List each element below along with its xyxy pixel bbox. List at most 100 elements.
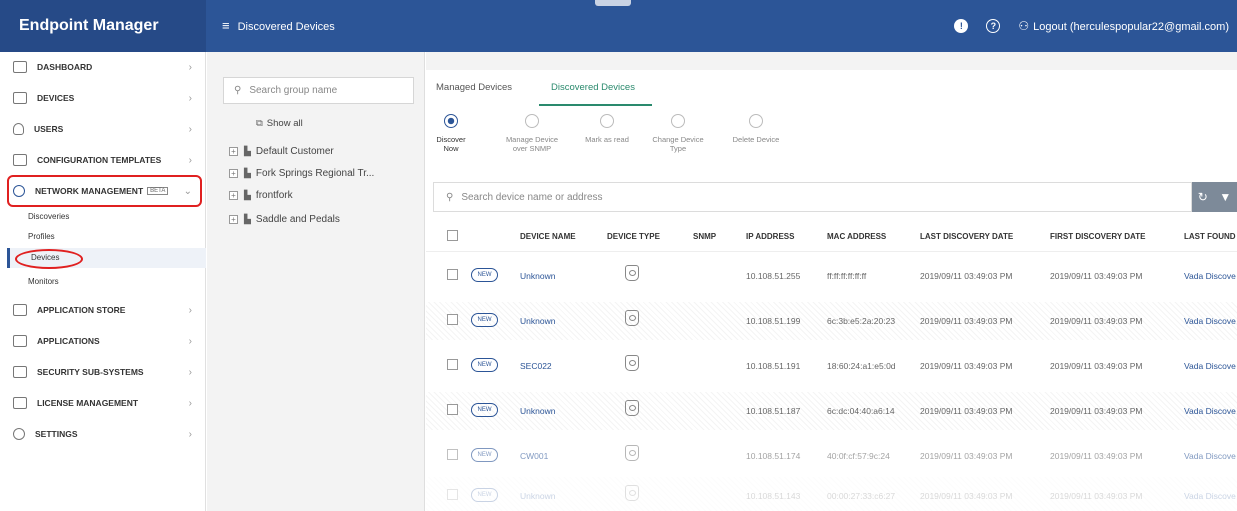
group-item[interactable]: + ▙ frontfork	[229, 190, 293, 201]
device-type-icon	[625, 310, 639, 326]
device-name[interactable]: Unknown	[520, 271, 555, 281]
discover-icon	[444, 114, 458, 128]
column-last-found[interactable]: LAST FOUND	[1184, 232, 1236, 241]
row-checkbox[interactable]	[447, 404, 458, 415]
discover-now-button[interactable]: Discover Now	[436, 114, 466, 153]
group-item[interactable]: + ▙ Default Customer	[229, 146, 334, 157]
column-device-type[interactable]: DEVICE TYPE	[607, 232, 660, 241]
last-discovery-date: 2019/09/11 03:49:03 PM	[920, 316, 1013, 326]
device-name[interactable]: Unknown	[520, 491, 555, 501]
device-name[interactable]: CW001	[520, 451, 548, 461]
settings-icon	[13, 428, 25, 440]
expand-icon[interactable]: +	[229, 215, 238, 224]
filter-icon[interactable]: ▼	[1219, 190, 1231, 204]
column-snmp[interactable]: SNMP	[693, 232, 716, 241]
column-last-discovery-date[interactable]: LAST DISCOVERY DATE	[920, 232, 1013, 241]
ip-address: 10.108.51.143	[746, 491, 801, 501]
device-name[interactable]: Unknown	[520, 406, 555, 416]
sidebar-item-settings[interactable]: SETTINGS ›	[0, 419, 206, 449]
sidebar-item-users[interactable]: USERS ›	[0, 114, 206, 144]
table-row[interactable]: NEW SEC022 10.108.51.191 18:60:24:a1:e5:…	[426, 347, 1237, 385]
row-checkbox[interactable]	[447, 314, 458, 325]
active-tab-indicator	[539, 104, 652, 106]
sidebar-item-configuration-templates[interactable]: CONFIGURATION TEMPLATES ›	[0, 145, 206, 175]
column-mac-address[interactable]: MAC ADDRESS	[827, 232, 886, 241]
change-device-type-button[interactable]: Change Device Type	[651, 114, 705, 153]
delete-device-button[interactable]: Delete Device	[730, 114, 782, 144]
building-icon: ▙	[244, 190, 251, 200]
mac-address: 6c:dc:04:40:a6:14	[827, 406, 895, 416]
sidebar-item-application-store[interactable]: APPLICATION STORE ›	[0, 295, 206, 325]
chevron-right-icon: ›	[188, 366, 192, 378]
notification-icon[interactable]: !	[954, 19, 969, 33]
sidebar-item-applications[interactable]: APPLICATIONS ›	[0, 326, 206, 356]
sidebar: DASHBOARD › DEVICES › USERS › CONFIGURAT…	[0, 52, 206, 511]
device-type-icon	[625, 485, 639, 501]
device-name[interactable]: SEC022	[520, 361, 552, 371]
manage-snmp-label-2: over SNMP	[512, 144, 552, 153]
column-ip-address[interactable]: IP ADDRESS	[746, 232, 794, 241]
sidebar-item-devices[interactable]: DEVICES ›	[0, 83, 206, 113]
annotation-highlight-box	[7, 175, 202, 207]
mac-address: 18:60:24:a1:e5:0d	[827, 361, 896, 371]
row-checkbox[interactable]	[447, 489, 458, 500]
collapse-handle[interactable]	[595, 0, 631, 6]
row-checkbox[interactable]	[447, 449, 458, 460]
expand-icon[interactable]: +	[229, 191, 238, 200]
chevron-right-icon: ›	[188, 397, 192, 409]
help-icon[interactable]: ?	[986, 19, 1001, 33]
ip-address: 10.108.51.199	[746, 316, 801, 326]
device-name[interactable]: Unknown	[520, 316, 555, 326]
snmp-icon	[525, 114, 539, 128]
tab-discovered-devices[interactable]: Discovered Devices	[551, 82, 635, 93]
panel-gap	[426, 52, 1237, 70]
table-row[interactable]: NEW CW001 10.108.51.174 40:0f:cf:57:9c:2…	[426, 437, 1237, 475]
sidebar-item-license-management[interactable]: LICENSE MANAGEMENT ›	[0, 388, 206, 418]
sidebar-subitem-discoveries[interactable]: Discoveries	[28, 212, 69, 221]
expand-icon[interactable]: +	[229, 169, 238, 178]
row-checkbox[interactable]	[447, 359, 458, 370]
tab-managed-devices[interactable]: Managed Devices	[436, 82, 512, 93]
row-checkbox[interactable]	[447, 269, 458, 280]
sidebar-subitem-profiles[interactable]: Profiles	[28, 232, 55, 241]
table-row[interactable]: NEW Unknown 10.108.51.143 00:00:27:33:c6…	[426, 477, 1237, 511]
logout-link[interactable]: ⚇ Logout (herculespopular22@gmail.com)	[1018, 19, 1229, 33]
show-all-button[interactable]: ⧉ Show all	[256, 118, 303, 129]
column-first-discovery-date[interactable]: FIRST DISCOVERY DATE	[1050, 232, 1145, 241]
last-found[interactable]: Vada Discove	[1184, 316, 1236, 326]
sidebar-item-label: DASHBOARD	[37, 62, 93, 72]
last-found[interactable]: Vada Discove	[1184, 451, 1236, 461]
ip-address: 10.108.51.255	[746, 271, 801, 281]
table-row[interactable]: NEW Unknown 10.108.51.199 6c:3b:e5:2a:20…	[426, 302, 1237, 340]
sidebar-item-security-sub-systems[interactable]: SECURITY SUB-SYSTEMS ›	[0, 357, 206, 387]
sidebar-item-dashboard[interactable]: DASHBOARD ›	[0, 52, 206, 82]
chevron-right-icon: ›	[188, 154, 192, 166]
group-item[interactable]: + ▙ Fork Springs Regional Tr...	[229, 168, 374, 179]
manage-snmp-button[interactable]: Manage Device over SNMP	[505, 114, 559, 153]
group-name: Fork Springs Regional Tr...	[255, 168, 375, 179]
device-search-input[interactable]: ⚲ Search device name or address	[433, 182, 1192, 212]
refresh-icon[interactable]: ↻	[1198, 190, 1208, 204]
table-row[interactable]: NEW Unknown 10.108.51.187 6c:dc:04:40:a6…	[426, 392, 1237, 430]
last-found[interactable]: Vada Discove	[1184, 271, 1236, 281]
change-type-icon	[671, 114, 685, 128]
app-brand[interactable]: Endpoint Manager	[0, 0, 206, 52]
group-item[interactable]: + ▙ Saddle and Pedals	[229, 214, 340, 225]
chevron-right-icon: ›	[188, 304, 192, 316]
hamburger-menu-icon[interactable]: ≡	[222, 0, 230, 52]
chevron-right-icon: ›	[188, 428, 192, 440]
mark-as-read-button[interactable]: Mark as read	[584, 114, 630, 144]
column-device-name[interactable]: DEVICE NAME	[520, 232, 576, 241]
sidebar-subitem-monitors[interactable]: Monitors	[28, 277, 59, 286]
last-discovery-date: 2019/09/11 03:49:03 PM	[920, 491, 1013, 501]
last-found[interactable]: Vada Discove	[1184, 491, 1236, 501]
last-found[interactable]: Vada Discove	[1184, 361, 1236, 371]
new-badge: NEW	[471, 358, 498, 372]
group-search-input[interactable]: ⚲ Search group name	[223, 77, 414, 104]
first-discovery-date: 2019/09/11 03:49:03 PM	[1050, 451, 1143, 461]
last-found[interactable]: Vada Discove	[1184, 406, 1236, 416]
show-all-label: Show all	[266, 118, 303, 129]
expand-icon[interactable]: +	[229, 147, 238, 156]
select-all-checkbox[interactable]	[447, 230, 458, 241]
table-row[interactable]: NEW Unknown 10.108.51.255 ff:ff:ff:ff:ff…	[426, 257, 1237, 295]
